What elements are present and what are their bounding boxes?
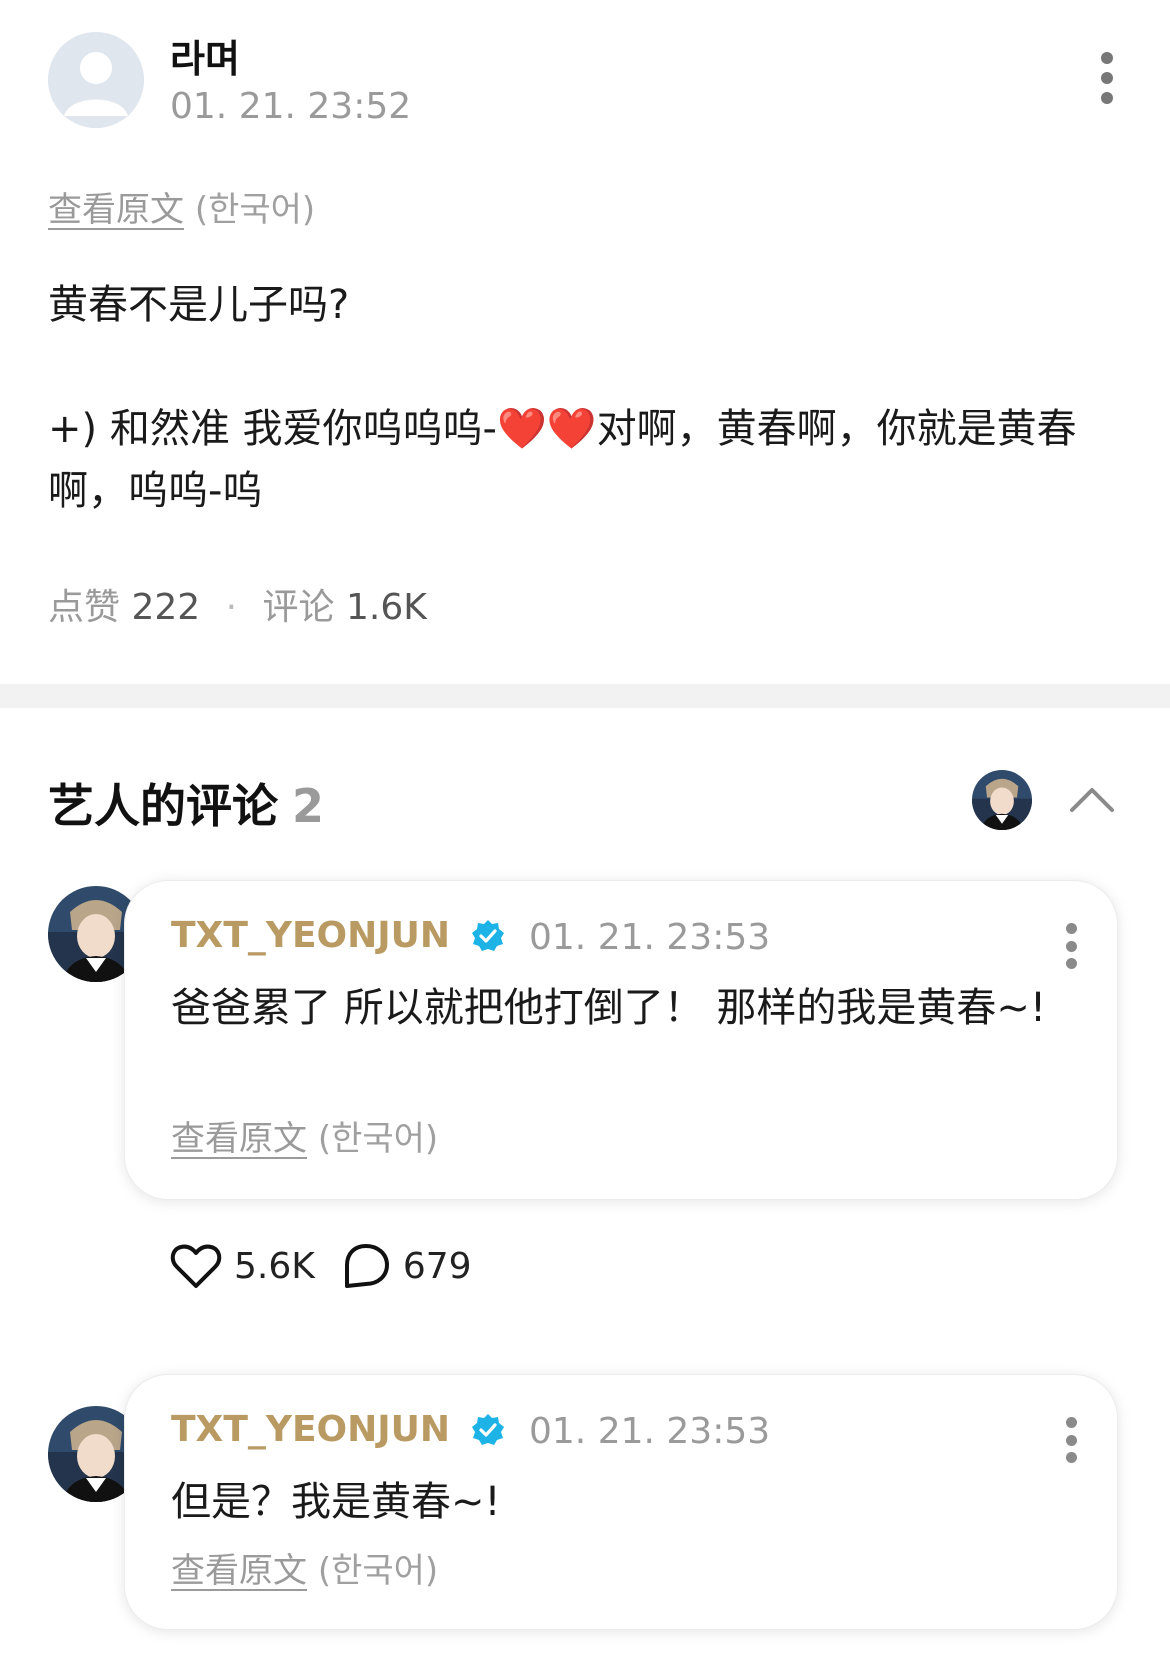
default-user-icon (48, 32, 144, 128)
original-language: (한국어) (194, 190, 316, 230)
original-language: (한국어) (317, 1119, 439, 1159)
artist-comments-label: 艺人的评论 (48, 779, 278, 833)
collapse-chevron-up-icon[interactable] (1068, 778, 1116, 818)
artist-comments-title: 艺人的评论 2 (48, 770, 324, 836)
section-divider (0, 684, 1170, 708)
post: 라며 01. 21. 23:52 查看原文 (한국어) 黄春不是儿子吗? +) … (0, 0, 1170, 684)
view-original-link[interactable]: 查看原文 (48, 190, 184, 230)
author-name[interactable]: 라며 (170, 28, 240, 83)
commenter-name[interactable]: TXT_YEONJUN (171, 915, 450, 956)
reply-count: 679 (402, 1245, 472, 1287)
comment-translate-row: 查看原文 (한국어) (171, 1543, 438, 1592)
view-original-link[interactable]: 查看原文 (171, 1119, 307, 1159)
comments-label[interactable]: 评论 (263, 587, 335, 628)
comment-text: 爸爸累了 所以就把他打倒了！ 那样的我是黄春~! (171, 985, 1046, 1031)
comment-reactions: 5.6K 679 (170, 1242, 498, 1290)
comment-time: 01. 21. 23:53 (529, 917, 771, 958)
author-avatar[interactable] (48, 32, 144, 128)
comment-time: 01. 21. 23:53 (529, 1411, 771, 1452)
likes-label: 点赞 (48, 587, 121, 628)
comment-bubble: TXT_YEONJUN 01. 21. 23:53 但是？我是黄春~! 查看原文… (124, 1374, 1118, 1630)
comment-more-icon[interactable] (1051, 1411, 1091, 1469)
post-time: 01. 21. 23:52 (170, 86, 412, 127)
artist-comments-count: 2 (292, 779, 325, 833)
stats-separator: · (225, 587, 238, 628)
post-translate-row: 查看原文 (한국어) (48, 182, 315, 231)
like-count: 5.6K (234, 1245, 315, 1287)
like-button[interactable]: 5.6K (170, 1242, 315, 1290)
comment-bubble: TXT_YEONJUN 01. 21. 23:53 爸爸累了 所以就把他打倒了！… (124, 880, 1118, 1200)
comments-count[interactable]: 1.6K (346, 587, 427, 628)
reply-button[interactable]: 679 (341, 1242, 472, 1290)
comment-more-icon[interactable] (1051, 917, 1091, 975)
artist-avatar-small[interactable] (972, 770, 1032, 830)
heart-icon (170, 1244, 222, 1288)
comment-translate-row: 查看原文 (한국어) (171, 1111, 438, 1160)
post-stats: 点赞 222 · 评论 1.6K (48, 578, 427, 630)
verified-badge-icon (472, 1414, 504, 1445)
post-body: 黄春不是儿子吗? +) 和然准 我爱你呜呜呜-❤️❤️对啊，黄春啊，你就是黄春啊… (48, 282, 1077, 514)
likes-count: 222 (131, 587, 201, 628)
view-original-link[interactable]: 查看原文 (171, 1551, 307, 1591)
verified-badge-icon (472, 920, 504, 951)
comment-text: 但是？我是黄春~! (171, 1479, 501, 1525)
original-language: (한국어) (317, 1551, 439, 1591)
post-more-icon[interactable] (1087, 46, 1127, 110)
comment-bubble-icon (344, 1244, 389, 1288)
commenter-name[interactable]: TXT_YEONJUN (171, 1409, 450, 1450)
